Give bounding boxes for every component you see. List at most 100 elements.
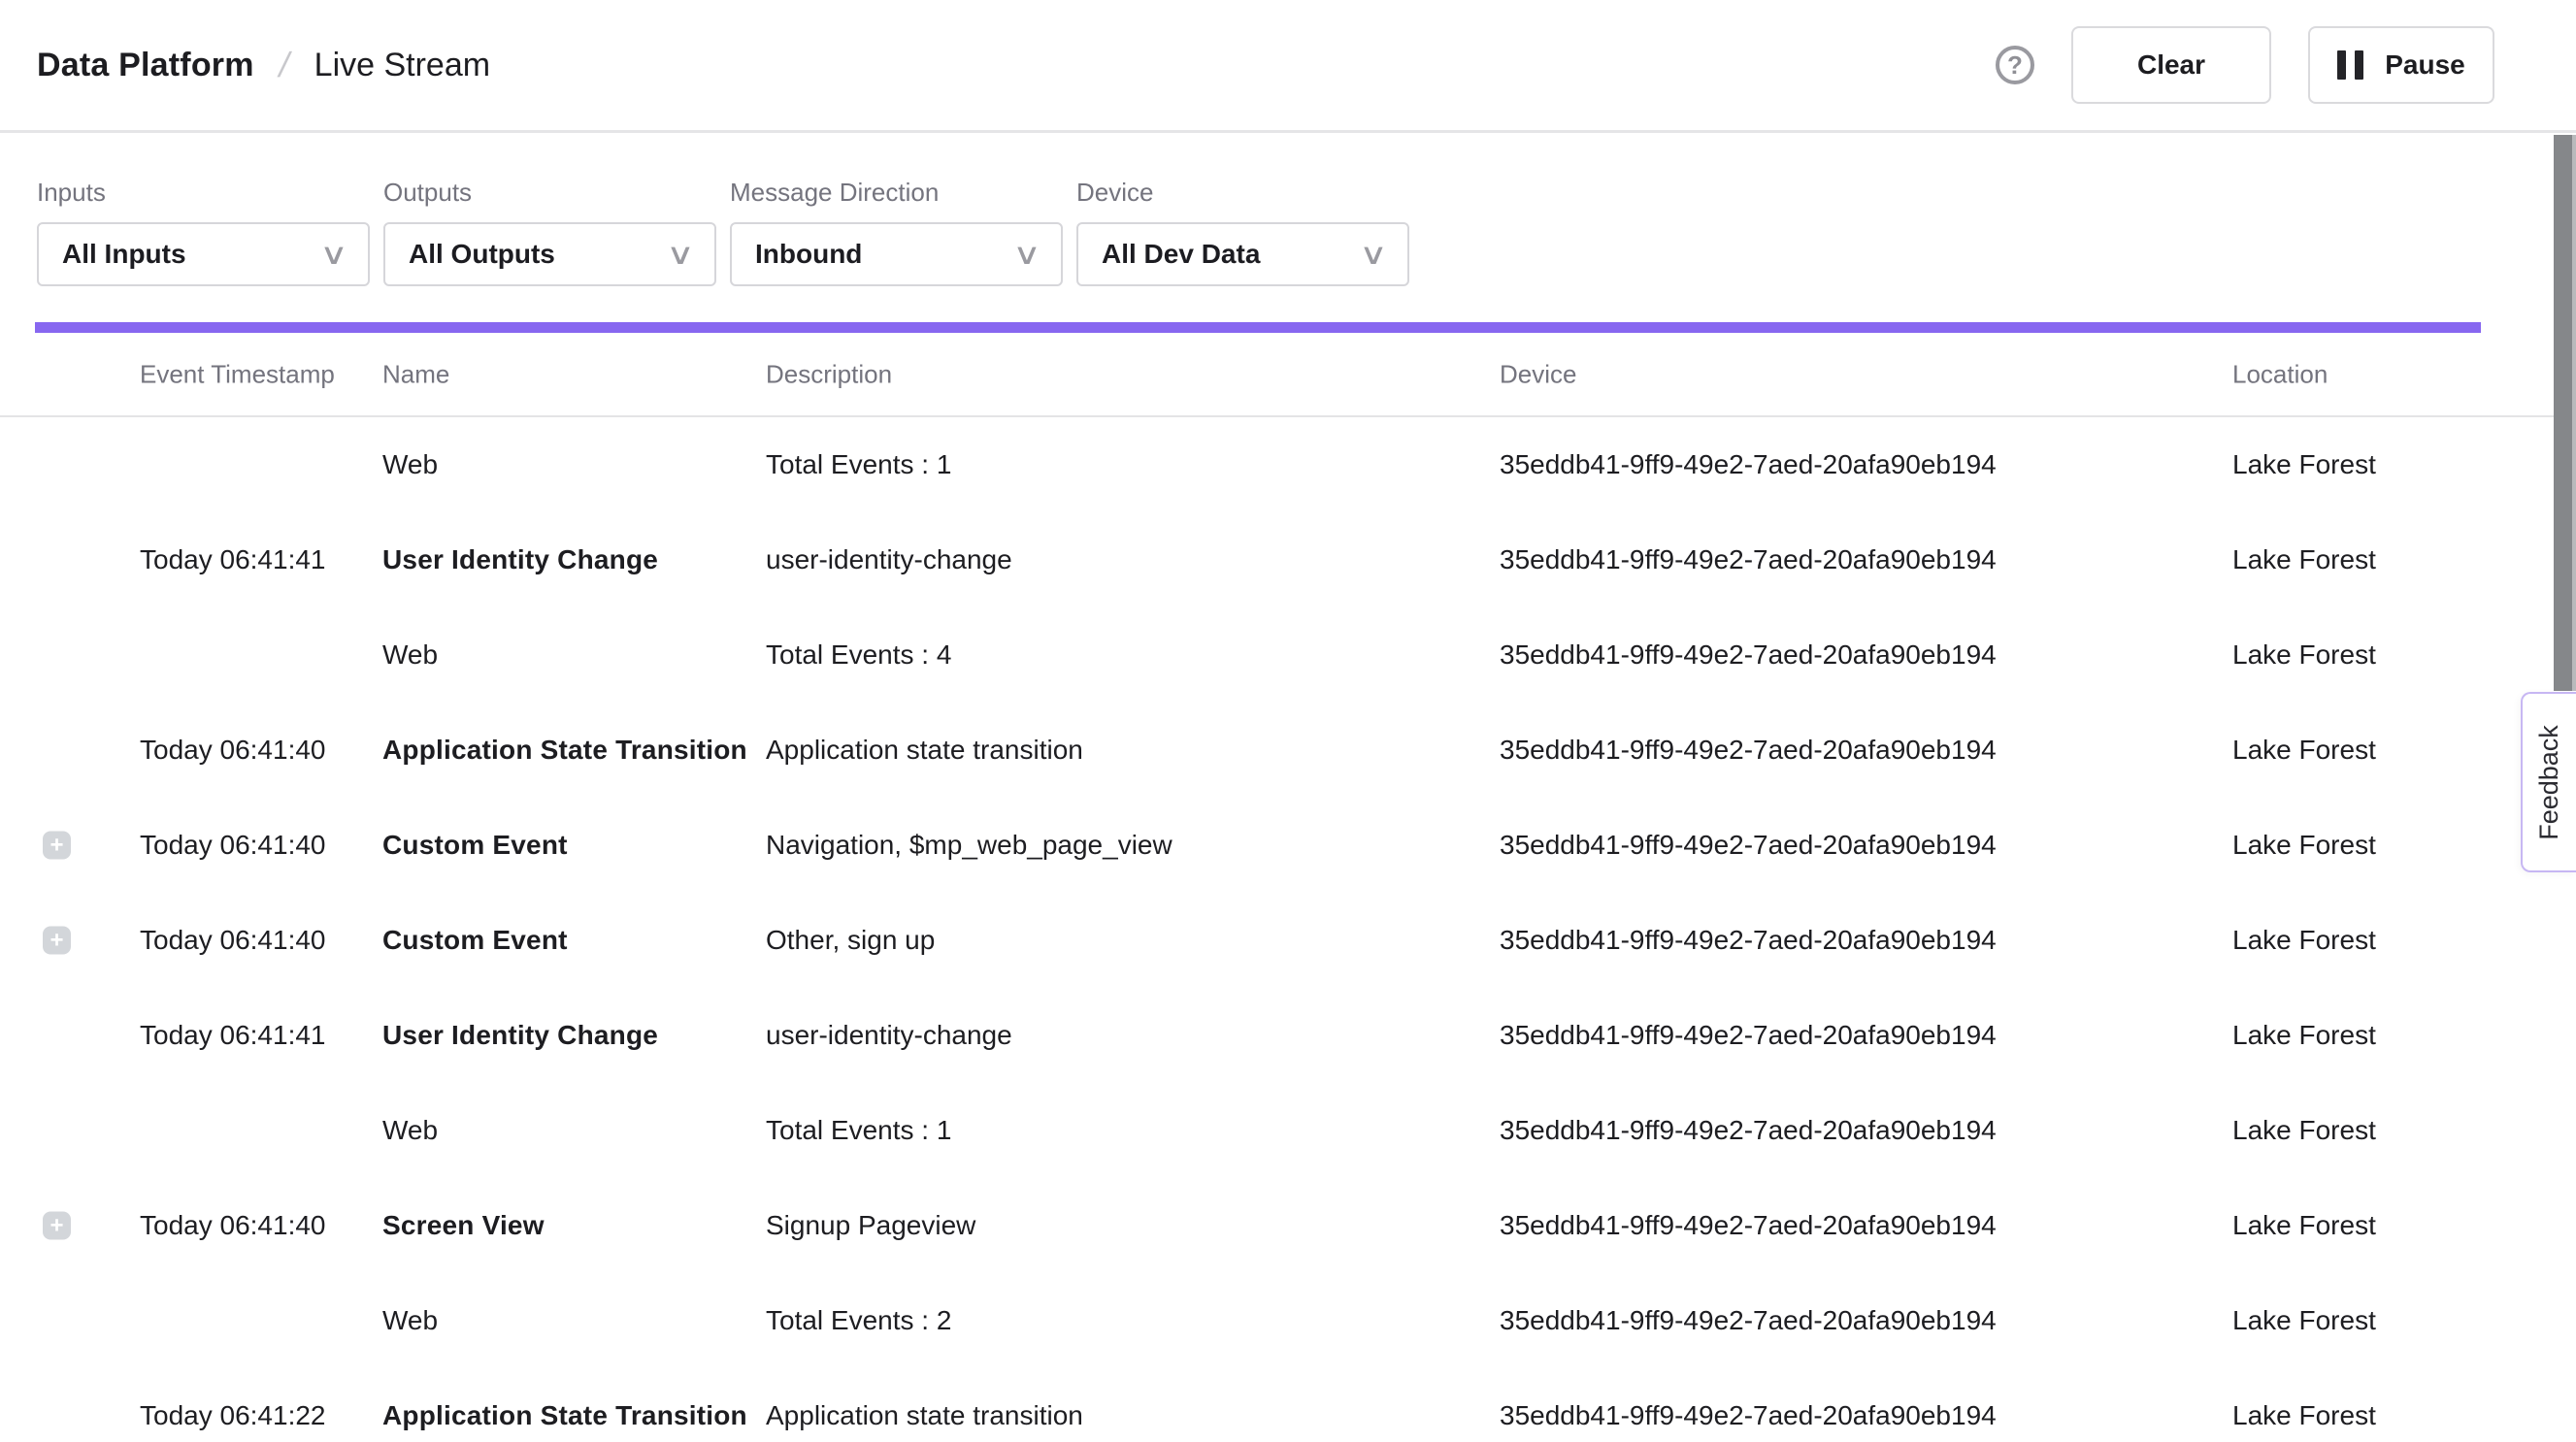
feedback-tab[interactable]: Feedback: [2521, 692, 2576, 872]
filter-bar: Inputs All Inputs ∨ Outputs All Outputs …: [0, 133, 2576, 286]
expand-row-button[interactable]: +: [43, 832, 71, 860]
outputs-dropdown[interactable]: All Outputs ∨: [383, 222, 716, 286]
row-device-id: 35eddb41-9ff9-49e2-7aed-20afa90eb194: [1500, 1305, 1997, 1336]
row-name: User Identity Change: [382, 544, 658, 575]
breadcrumb: Data Platform / Live Stream: [37, 45, 490, 85]
row-location: Lake Forest: [2232, 639, 2376, 671]
pause-button-label: Pause: [2385, 49, 2465, 81]
expand-row-button[interactable]: +: [43, 1212, 71, 1240]
chevron-down-icon: ∨: [319, 238, 348, 272]
pause-icon: [2337, 50, 2363, 80]
row-location: Lake Forest: [2232, 1020, 2376, 1051]
filter-inputs: Inputs All Inputs ∨: [37, 178, 370, 286]
row-location: Lake Forest: [2232, 830, 2376, 861]
row-device-id: 35eddb41-9ff9-49e2-7aed-20afa90eb194: [1500, 925, 1997, 956]
live-stream-progress-bar: [35, 322, 2481, 333]
column-header-location: Location: [2232, 359, 2328, 389]
row-event-timestamp: Today 06:41:40: [140, 830, 326, 861]
header-actions: ? Clear Pause: [1996, 26, 2494, 104]
row-description: user-identity-change: [766, 544, 1012, 575]
row-event-timestamp: Today 06:41:40: [140, 1210, 326, 1241]
feedback-tab-label: Feedback: [2534, 725, 2564, 840]
row-name: Web: [382, 1305, 438, 1336]
row-device-id: 35eddb41-9ff9-49e2-7aed-20afa90eb194: [1500, 735, 1997, 766]
chevron-down-icon: ∨: [1012, 238, 1041, 272]
row-device-id: 35eddb41-9ff9-49e2-7aed-20afa90eb194: [1500, 1400, 1997, 1431]
breadcrumb-root: Data Platform: [37, 47, 254, 84]
chevron-down-icon: ∨: [666, 238, 695, 272]
page-title: Live Stream: [314, 47, 490, 84]
message-direction-dropdown-value: Inbound: [755, 239, 862, 270]
table-row[interactable]: + Today 06:41:22 Application State Trans…: [0, 1368, 2576, 1442]
clear-button[interactable]: Clear: [2071, 26, 2271, 104]
table-row[interactable]: + Today 06:41:41 User Identity Change us…: [0, 512, 2576, 607]
row-event-timestamp: Today 06:41:40: [140, 735, 326, 766]
column-header-name: Name: [382, 359, 449, 389]
row-event-timestamp: Today 06:41:41: [140, 1020, 326, 1051]
row-device-id: 35eddb41-9ff9-49e2-7aed-20afa90eb194: [1500, 449, 1997, 480]
row-location: Lake Forest: [2232, 1210, 2376, 1241]
table-row[interactable]: + Today 06:41:40 Custom Event Other, sig…: [0, 893, 2576, 988]
filter-message-direction: Message Direction Inbound ∨: [730, 178, 1063, 286]
column-header-description: Description: [766, 359, 892, 389]
row-description: Signup Pageview: [766, 1210, 975, 1241]
row-location: Lake Forest: [2232, 1115, 2376, 1146]
filter-outputs: Outputs All Outputs ∨: [383, 178, 716, 286]
row-description: user-identity-change: [766, 1020, 1012, 1051]
row-device-id: 35eddb41-9ff9-49e2-7aed-20afa90eb194: [1500, 830, 1997, 861]
vertical-scrollbar[interactable]: [2554, 135, 2572, 691]
row-location: Lake Forest: [2232, 449, 2376, 480]
table-row[interactable]: + Web Total Events : 4 35eddb41-9ff9-49e…: [0, 607, 2576, 703]
filter-device: Device All Dev Data ∨: [1076, 178, 1409, 286]
row-event-timestamp: Today 06:41:22: [140, 1400, 326, 1431]
row-event-timestamp: Today 06:41:40: [140, 925, 326, 956]
inputs-dropdown[interactable]: All Inputs ∨: [37, 222, 370, 286]
event-table: Event Timestamp Name Description Device …: [0, 333, 2576, 1442]
device-dropdown[interactable]: All Dev Data ∨: [1076, 222, 1409, 286]
chevron-down-icon: ∨: [1359, 238, 1388, 272]
row-device-id: 35eddb41-9ff9-49e2-7aed-20afa90eb194: [1500, 639, 1997, 671]
row-name: Web: [382, 639, 438, 671]
row-location: Lake Forest: [2232, 1400, 2376, 1431]
table-row[interactable]: + Today 06:41:40 Application State Trans…: [0, 703, 2576, 798]
row-description: Total Events : 1: [766, 449, 951, 480]
table-row[interactable]: + Today 06:41:40 Screen View Signup Page…: [0, 1178, 2576, 1273]
row-name: Screen View: [382, 1210, 545, 1241]
row-description: Total Events : 1: [766, 1115, 951, 1146]
device-dropdown-value: All Dev Data: [1102, 239, 1260, 270]
row-event-timestamp: Today 06:41:41: [140, 544, 326, 575]
table-row[interactable]: + Today 06:41:41 User Identity Change us…: [0, 988, 2576, 1083]
row-description: Total Events : 4: [766, 639, 951, 671]
expand-row-button[interactable]: +: [43, 927, 71, 955]
table-row[interactable]: + Web Total Events : 2 35eddb41-9ff9-49e…: [0, 1273, 2576, 1368]
row-location: Lake Forest: [2232, 1305, 2376, 1336]
column-header-device: Device: [1500, 359, 1576, 389]
row-device-id: 35eddb41-9ff9-49e2-7aed-20afa90eb194: [1500, 1020, 1997, 1051]
table-row[interactable]: + Web Total Events : 1 35eddb41-9ff9-49e…: [0, 417, 2576, 512]
event-table-body: + Web Total Events : 1 35eddb41-9ff9-49e…: [0, 417, 2576, 1442]
table-row[interactable]: + Web Total Events : 1 35eddb41-9ff9-49e…: [0, 1083, 2576, 1178]
vertical-scrollbar-track-edge: [2572, 135, 2576, 691]
column-header-event-timestamp: Event Timestamp: [140, 359, 335, 389]
row-location: Lake Forest: [2232, 735, 2376, 766]
row-description: Navigation, $mp_web_page_view: [766, 830, 1172, 861]
event-table-header: Event Timestamp Name Description Device …: [0, 333, 2576, 417]
row-description: Total Events : 2: [766, 1305, 951, 1336]
clear-button-label: Clear: [2137, 49, 2205, 81]
row-name: Application State Transition: [382, 735, 747, 766]
row-location: Lake Forest: [2232, 544, 2376, 575]
pause-button[interactable]: Pause: [2308, 26, 2494, 104]
help-icon[interactable]: ?: [1996, 46, 2034, 84]
row-location: Lake Forest: [2232, 925, 2376, 956]
row-description: Application state transition: [766, 735, 1083, 766]
page-header: Data Platform / Live Stream ? Clear Paus…: [0, 0, 2576, 133]
filter-inputs-label: Inputs: [37, 178, 370, 208]
message-direction-dropdown[interactable]: Inbound ∨: [730, 222, 1063, 286]
row-device-id: 35eddb41-9ff9-49e2-7aed-20afa90eb194: [1500, 544, 1997, 575]
live-stream-page: Data Platform / Live Stream ? Clear Paus…: [0, 0, 2576, 1442]
row-name: Application State Transition: [382, 1400, 747, 1431]
table-row[interactable]: + Today 06:41:40 Custom Event Navigation…: [0, 798, 2576, 893]
row-description: Other, sign up: [766, 925, 935, 956]
breadcrumb-separator-icon: /: [275, 45, 293, 85]
row-description: Application state transition: [766, 1400, 1083, 1431]
